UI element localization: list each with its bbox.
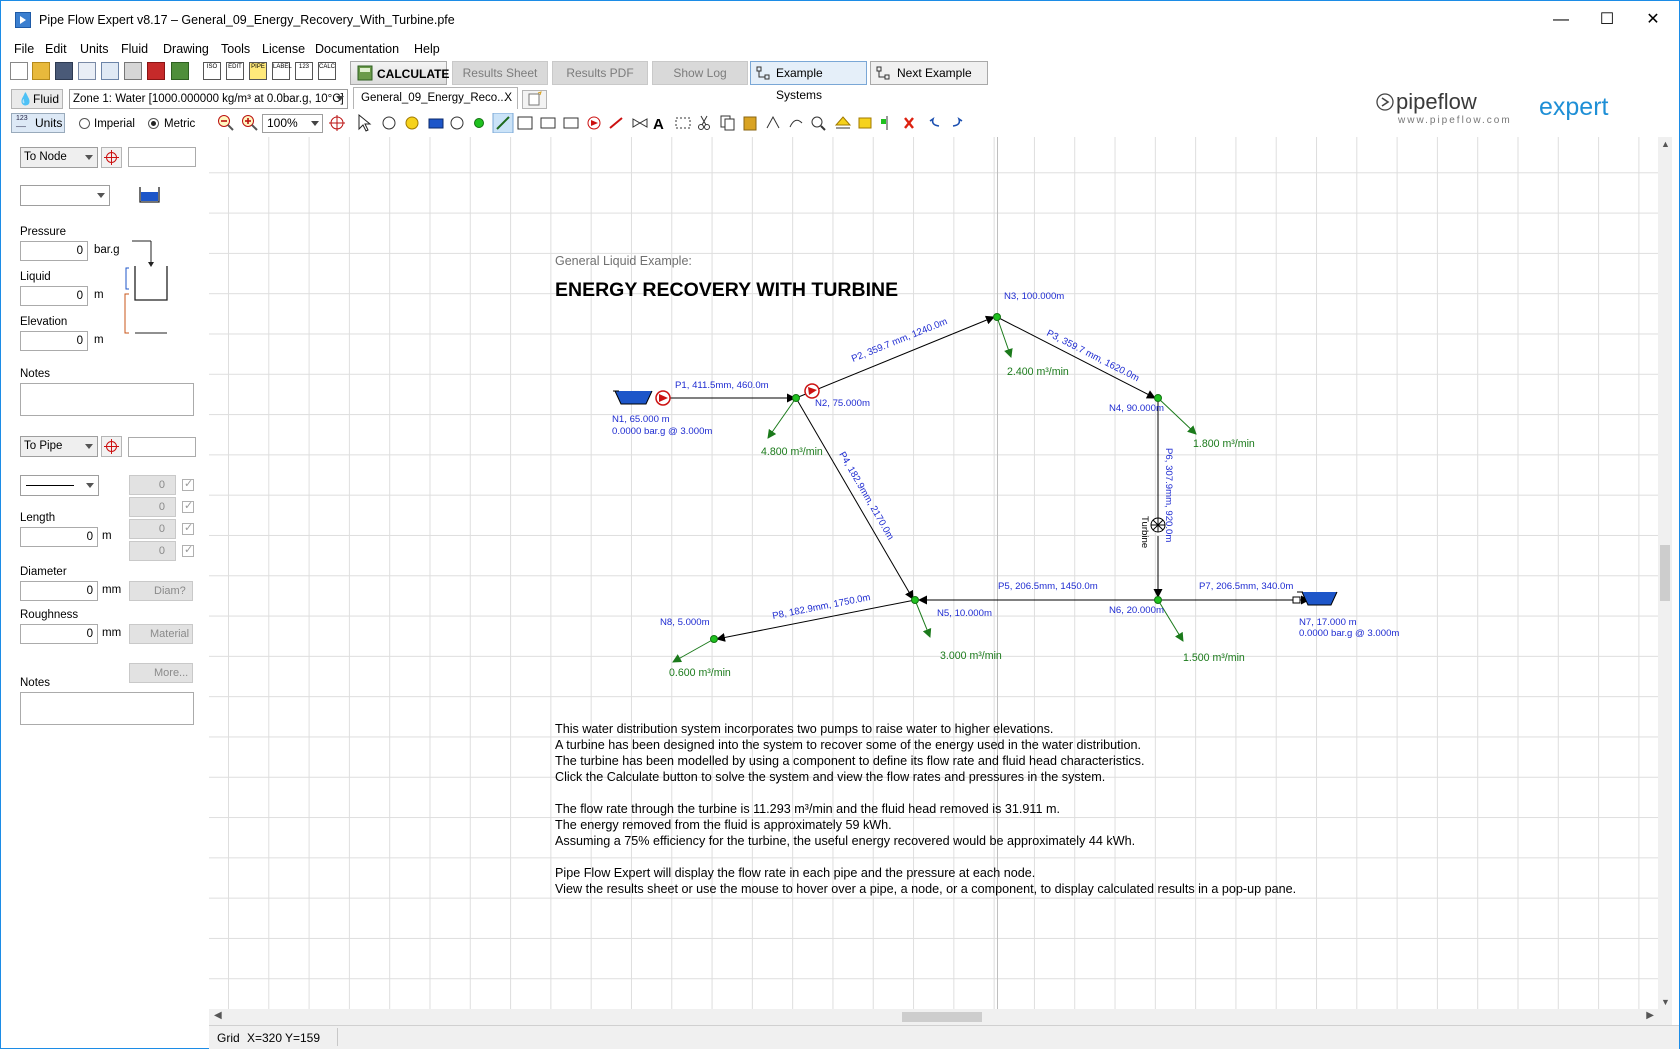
horizontal-scrollbar[interactable]: ◀ ▶ — [209, 1009, 1672, 1025]
description-line-1: This water distribution system incorpora… — [555, 722, 1054, 736]
diagram-title: ENERGY RECOVERY WITH TURBINE — [555, 279, 898, 301]
status-x-coordinate: X=320 — [247, 1031, 283, 1045]
node-label-n2: N2, 75.000m — [815, 398, 870, 409]
node-n3[interactable] — [993, 313, 1001, 321]
node-n2[interactable] — [792, 394, 800, 402]
node-label-n3: N3, 100.000m — [1004, 291, 1064, 302]
pipe-label-p2: P2, 359.7 mm, 1240.0m — [850, 316, 949, 365]
demand-label-n8: 0.600 m³/min — [669, 667, 731, 679]
node-n8[interactable] — [710, 635, 718, 643]
demand-arrow-n2 — [767, 397, 797, 439]
pipe-p3[interactable] — [996, 316, 1156, 399]
demand-label-n3: 2.400 m³/min — [1007, 366, 1069, 378]
node-n6[interactable] — [1154, 596, 1162, 604]
node-label-n4: N4, 90.000m — [1109, 403, 1164, 414]
pipe-label-p5: P5, 206.5mm, 1450.0m — [998, 581, 1098, 592]
pipe-label-p1: P1, 411.5mm, 460.0m — [675, 380, 769, 391]
node-label-n6: N6, 20.000m — [1109, 605, 1164, 616]
status-grid: Grid — [217, 1031, 240, 1045]
scroll-left-icon[interactable]: ◀ — [214, 1010, 222, 1021]
vertical-scroll-thumb[interactable] — [1660, 545, 1670, 601]
description-line-10: Pipe Flow Expert will display the flow r… — [555, 866, 1036, 880]
pipe-p4[interactable] — [795, 397, 914, 600]
node-n5[interactable] — [911, 596, 919, 604]
horizontal-scroll-thumb[interactable] — [902, 1012, 982, 1022]
app-window: Pipe Flow Expert v8.17 – General_09_Ener… — [0, 0, 1680, 1049]
diagram-subtitle: General Liquid Example: — [555, 254, 692, 268]
demand-label-n2: 4.800 m³/min — [761, 446, 823, 458]
demand-label-n5: 3.000 m³/min — [940, 650, 1002, 662]
description-line-3: The turbine has been modelled by using a… — [555, 754, 1145, 768]
description-line-11: View the results sheet or use the mouse … — [555, 882, 1297, 896]
description-line-8: Assuming a 75% efficiency for the turbin… — [555, 834, 1136, 848]
description-line-4: Click the Calculate button to solve the … — [555, 770, 1106, 784]
scroll-right-icon[interactable]: ▶ — [1646, 1010, 1654, 1021]
pipe-label-p7: P7, 206.5mm, 340.0m — [1199, 581, 1293, 592]
pump-p1[interactable] — [655, 390, 671, 406]
pipe-label-p8: P8, 182.9mm, 1750.0m — [771, 592, 871, 622]
node-label-n8: N8, 5.000m — [660, 617, 710, 628]
demand-arrow-n5 — [914, 599, 932, 638]
pipe-p2[interactable] — [795, 315, 995, 399]
node-label-n1: N1, 65.000 m — [612, 414, 670, 425]
pipe-end-cap — [1292, 596, 1301, 604]
vertical-scrollbar[interactable]: ▲ ▼ — [1658, 137, 1672, 1009]
scroll-up-icon[interactable]: ▲ — [1661, 139, 1670, 149]
status-divider — [337, 1028, 338, 1046]
tank-n7[interactable] — [1297, 591, 1338, 606]
node-label-n7: N7, 17.000 m — [1299, 617, 1357, 628]
turbine-label: Turbine — [1139, 516, 1150, 548]
pipe-label-p6: P6, 307.9mm, 920.0m — [1163, 448, 1174, 542]
pipe-label-p4: P4, 182.9mm, 2170.0m — [836, 450, 895, 542]
turbine-component[interactable] — [1150, 517, 1166, 533]
demand-label-n4: 1.800 m³/min — [1193, 438, 1255, 450]
node-label-n5: N5, 10.000m — [937, 608, 992, 619]
node-label-n7-pressure: 0.0000 bar.g @ 3.000m — [1299, 628, 1399, 639]
description-line-2: A turbine has been designed into the sys… — [555, 738, 1141, 752]
scroll-down-icon[interactable]: ▼ — [1661, 997, 1670, 1007]
status-bar: Grid X=320 Y=159 — [209, 1025, 1679, 1049]
demand-arrow-n8 — [672, 638, 715, 663]
demand-label-n6: 1.500 m³/min — [1183, 652, 1245, 664]
description-line-7: The energy removed from the fluid is app… — [555, 818, 892, 832]
node-label-n1-pressure: 0.0000 bar.g @ 3.000m — [612, 426, 712, 437]
tank-n1[interactable] — [613, 390, 653, 405]
status-y-coordinate: Y=159 — [285, 1031, 321, 1045]
description-line-6: The flow rate through the turbine is 11.… — [555, 802, 1060, 816]
node-n4[interactable] — [1154, 394, 1162, 402]
